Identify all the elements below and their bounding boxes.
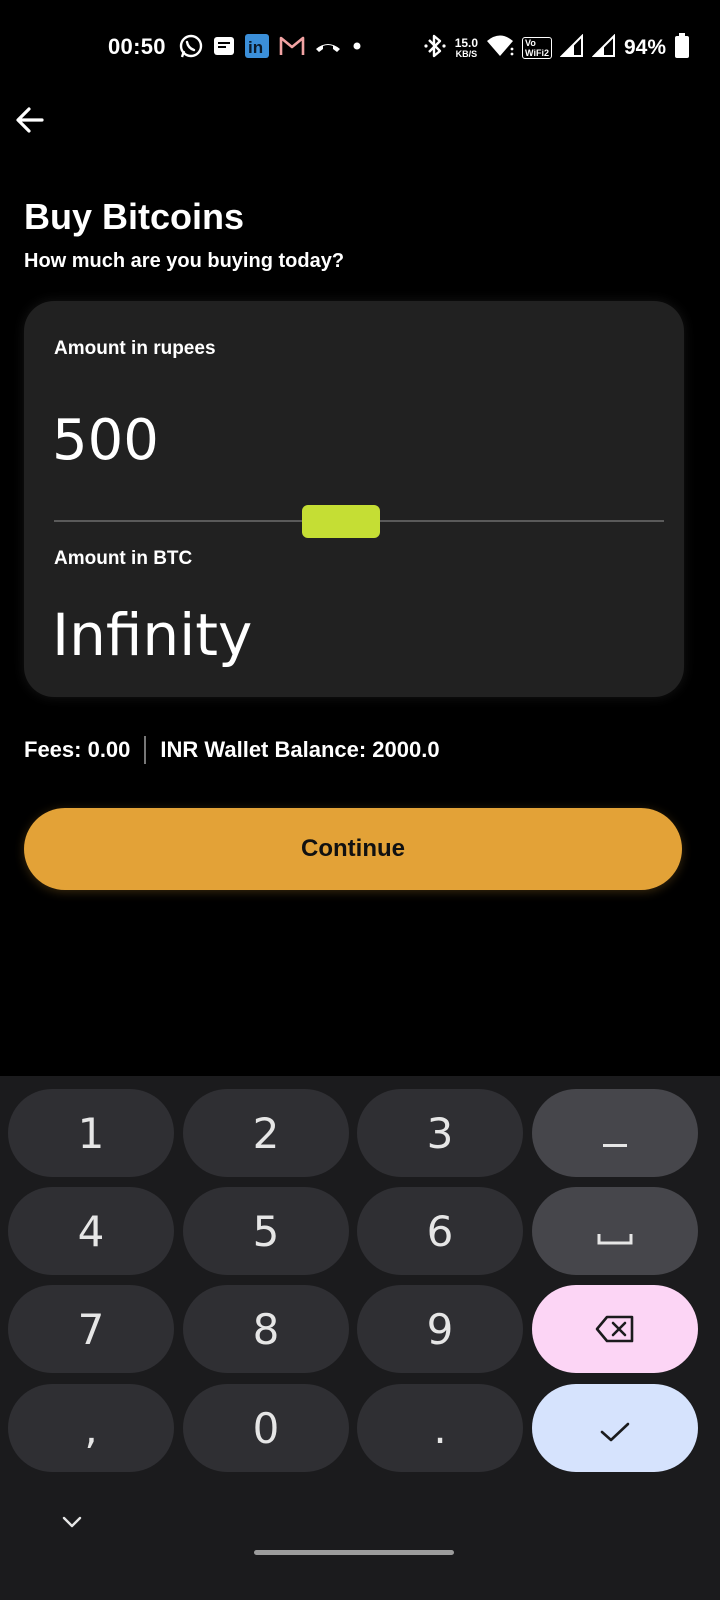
- status-bar: 00:50 in 15.0 KB/S Vo WiFi2 94%: [0, 0, 720, 96]
- page-subtitle: How much are you buying today?: [24, 250, 345, 272]
- status-time: 00:50: [108, 34, 166, 59]
- page-title: Buy Bitcoins: [24, 196, 245, 237]
- key-7-button[interactable]: 7: [8, 1285, 174, 1373]
- key-comma-button[interactable]: ,: [8, 1384, 174, 1472]
- rupees-label: Amount in rupees: [54, 338, 216, 359]
- key-5-button[interactable]: 5: [183, 1187, 349, 1275]
- key-8-button[interactable]: 8: [183, 1285, 349, 1373]
- signal-icon: [591, 33, 616, 63]
- btc-label: Amount in BTC: [54, 548, 193, 569]
- dot-icon: [350, 39, 364, 58]
- key-8-label: 8: [252, 1304, 280, 1354]
- key-delete-button[interactable]: ⌫: [532, 1285, 698, 1373]
- bluetooth-icon: [423, 33, 447, 64]
- key-minus-button[interactable]: −: [532, 1089, 698, 1177]
- wallet-balance-text: INR Wallet Balance: 2000.0: [160, 737, 440, 762]
- key-9-button[interactable]: 9: [357, 1285, 523, 1373]
- space-icon: [597, 1207, 633, 1256]
- signal-icon: [559, 33, 584, 63]
- key-2-button[interactable]: 2: [183, 1089, 349, 1177]
- key-done-button[interactable]: ✓: [532, 1384, 698, 1472]
- minus-icon: [603, 1109, 627, 1158]
- key-0-button[interactable]: 0: [183, 1384, 349, 1472]
- key-3-label: 3: [426, 1108, 454, 1158]
- network-speed: 15.0 KB/S: [455, 37, 478, 59]
- linkedin-icon: in: [244, 33, 270, 64]
- chevron-down-icon: [61, 1515, 83, 1534]
- amount-card: Amount in rupees Amount in BTC: [24, 301, 684, 697]
- continue-button[interactable]: Continue: [24, 808, 682, 890]
- battery-percent: 94%: [623, 36, 666, 59]
- key-4-button[interactable]: 4: [8, 1187, 174, 1275]
- volte-label-bottom: WiFi2: [525, 48, 549, 58]
- volte-label-top: Vo: [525, 38, 536, 48]
- key-5-label: 5: [252, 1206, 280, 1256]
- messages-icon: [212, 34, 236, 63]
- fees-text: Fees: 0.00: [24, 737, 131, 762]
- key-period-label: .: [433, 1403, 447, 1453]
- key-period-button[interactable]: .: [357, 1384, 523, 1472]
- key-6-button[interactable]: 6: [357, 1187, 523, 1275]
- gmail-icon: [278, 34, 306, 63]
- key-4-label: 4: [77, 1206, 105, 1256]
- fees-balance-row: Fees: 0.00 INR Wallet Balance: 2000.0: [24, 736, 440, 764]
- key-3-button[interactable]: 3: [357, 1089, 523, 1177]
- missed-call-icon: [314, 35, 342, 62]
- rupees-amount-input[interactable]: [52, 405, 612, 475]
- key-comma-label: ,: [84, 1403, 98, 1453]
- network-speed-unit: KB/S: [455, 49, 478, 59]
- volte-wifi-badge: Vo WiFi2: [522, 37, 552, 59]
- key-6-label: 6: [426, 1206, 454, 1256]
- whatsapp-icon: [178, 33, 204, 64]
- key-7-label: 7: [77, 1304, 105, 1354]
- key-space-button[interactable]: ␣: [532, 1187, 698, 1275]
- backspace-icon: [594, 1305, 636, 1354]
- key-0-label: 0: [252, 1403, 280, 1453]
- navigation-handle[interactable]: [254, 1550, 454, 1555]
- svg-text:in: in: [248, 38, 263, 57]
- network-speed-value: 15.0: [454, 36, 479, 50]
- key-1-button[interactable]: 1: [8, 1089, 174, 1177]
- battery-icon: [674, 32, 690, 64]
- arrow-left-icon: [14, 104, 46, 141]
- btc-amount-input[interactable]: [52, 597, 612, 673]
- check-icon: [600, 1404, 630, 1453]
- wifi-icon: [486, 34, 514, 63]
- amount-slider-thumb[interactable]: [301, 505, 380, 538]
- key-1-label: 1: [77, 1108, 105, 1158]
- keyboard-collapse-button[interactable]: [56, 1510, 88, 1538]
- back-button[interactable]: [10, 102, 50, 142]
- key-9-label: 9: [426, 1304, 454, 1354]
- key-2-label: 2: [252, 1108, 280, 1158]
- info-divider: [144, 736, 147, 764]
